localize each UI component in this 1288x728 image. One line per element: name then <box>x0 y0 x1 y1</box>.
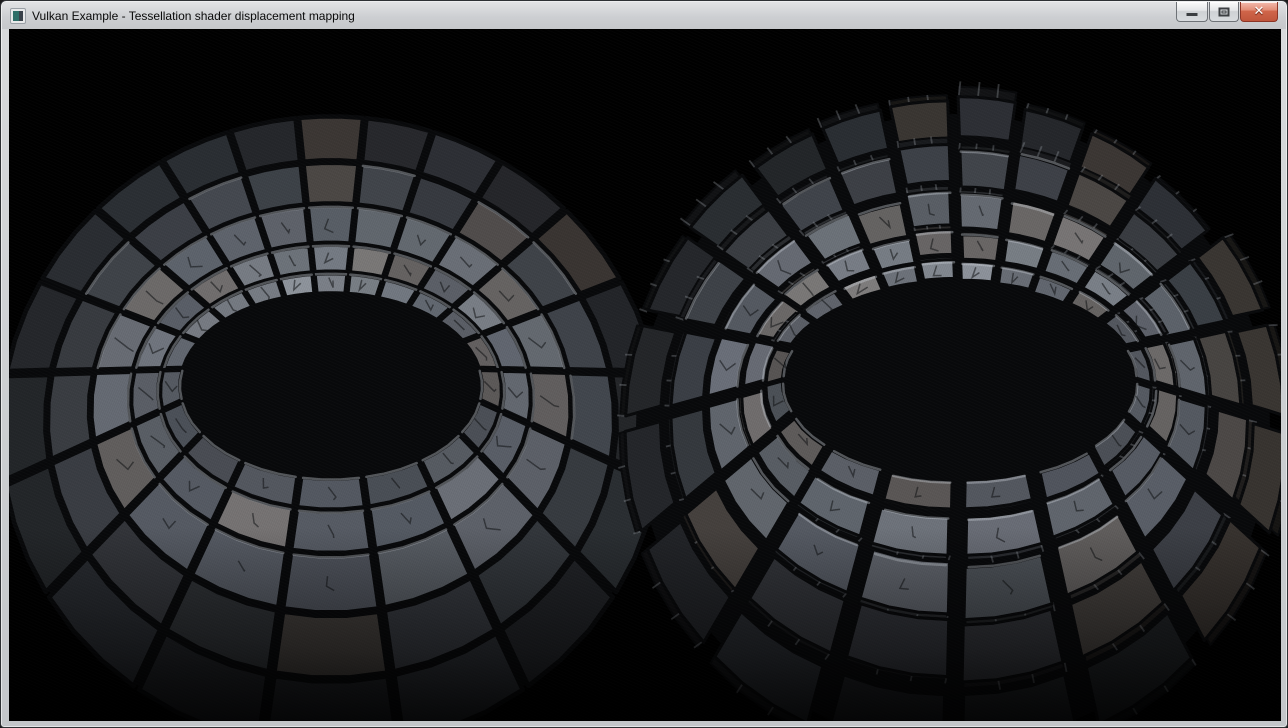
restore-icon <box>1219 7 1230 16</box>
app-window: Vulkan Example - Tessellation shader dis… <box>0 0 1288 728</box>
window-title: Vulkan Example - Tessellation shader dis… <box>32 9 355 23</box>
close-button[interactable]: ✕ <box>1240 2 1278 22</box>
close-icon: ✕ <box>1241 3 1277 19</box>
render-viewport[interactable] <box>9 29 1281 721</box>
torus-right-displacement <box>617 81 1281 721</box>
tessellation-render <box>9 29 1281 721</box>
maximize-button[interactable] <box>1209 2 1239 22</box>
app-icon <box>10 8 26 24</box>
minimize-icon <box>1187 13 1198 16</box>
window-controls: ✕ <box>1175 2 1278 22</box>
torus-left-no-displacement <box>9 117 661 722</box>
minimize-button[interactable] <box>1176 2 1208 22</box>
window-titlebar[interactable]: Vulkan Example - Tessellation shader dis… <box>2 2 1286 29</box>
